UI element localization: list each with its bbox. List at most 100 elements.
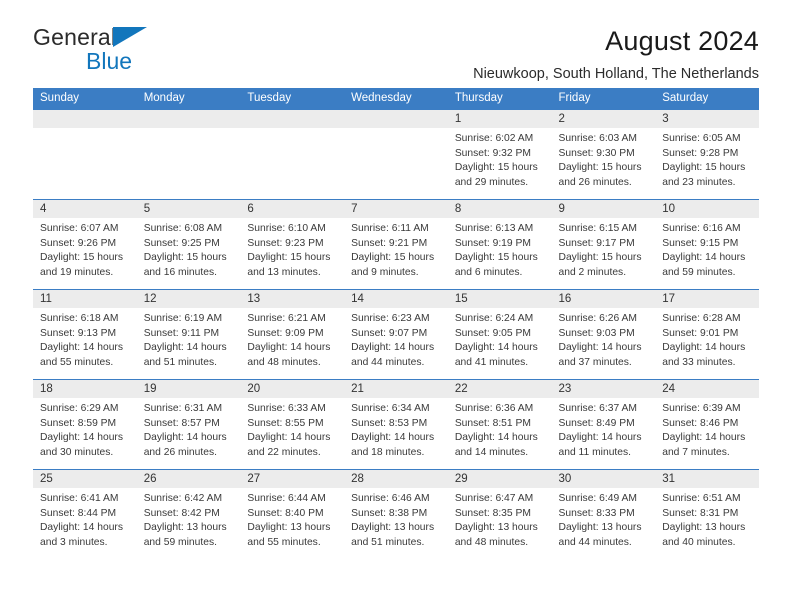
calendar-day-cell[interactable]: 29 Sunrise: 6:47 AM Sunset: 8:35 PM Dayligh…	[447, 469, 552, 560]
calendar-day-cell[interactable]: 18 Sunrise: 6:29 AM Sunset: 8:59 PM Dayligh…	[33, 379, 137, 470]
weekday-header-monday: Monday	[136, 88, 241, 110]
day-info-line: Sunset: 8:49 PM	[558, 417, 635, 429]
day-info-line: and 37 minutes.	[558, 356, 632, 368]
weekday-header-sunday: Sunday	[33, 88, 137, 110]
day-number	[344, 110, 448, 128]
day-info-line: Sunset: 9:17 PM	[558, 237, 635, 249]
day-info-line: and 55 minutes.	[40, 356, 114, 368]
day-number: 1	[447, 110, 552, 128]
calendar-day-cell[interactable]: 14 Sunrise: 6:23 AM Sunset: 9:07 PM Dayligh…	[344, 289, 448, 380]
calendar-day-cell[interactable]: 27 Sunrise: 6:44 AM Sunset: 8:40 PM Dayligh…	[240, 469, 345, 560]
day-info-line: Sunrise: 6:08 AM	[143, 223, 223, 234]
day-sun-info: Sunrise: 6:11 AM Sunset: 9:21 PM Daylight:…	[344, 218, 448, 280]
day-info-line: Daylight: 14 hours	[662, 432, 746, 444]
calendar-day-cell[interactable]: 30 Sunrise: 6:49 AM Sunset: 8:33 PM Dayligh…	[551, 469, 656, 560]
day-info-line: Sunrise: 6:23 AM	[351, 313, 430, 324]
day-info-line: Sunrise: 6:46 AM	[351, 493, 430, 504]
day-info-line: Sunrise: 6:16 AM	[662, 223, 741, 234]
day-number: 28	[344, 470, 448, 488]
day-info-line: Sunrise: 6:37 AM	[558, 403, 637, 414]
day-info-line: and 48 minutes.	[247, 356, 321, 368]
calendar-day-cell[interactable]: 20 Sunrise: 6:33 AM Sunset: 8:55 PM Dayligh…	[240, 379, 345, 470]
calendar-day-cell[interactable]: 25 Sunrise: 6:41 AM Sunset: 8:44 PM Dayligh…	[33, 469, 137, 560]
day-info-line: Daylight: 13 hours	[351, 522, 435, 534]
day-sun-info: Sunrise: 6:02 AM Sunset: 9:32 PM Daylight:…	[448, 128, 552, 190]
calendar-day-cell[interactable]: 23 Sunrise: 6:37 AM Sunset: 8:49 PM Dayligh…	[551, 379, 656, 470]
calendar-day-cell[interactable]: 21 Sunrise: 6:34 AM Sunset: 8:53 PM Dayligh…	[344, 379, 448, 470]
day-info-line: Daylight: 14 hours	[662, 252, 746, 264]
calendar-day-cell[interactable]: 6 Sunrise: 6:10 AM Sunset: 9:23 PM Daylight…	[240, 199, 345, 290]
day-number: 11	[33, 290, 137, 308]
day-info-line: Daylight: 14 hours	[351, 342, 435, 354]
day-info-line: Sunset: 9:23 PM	[247, 237, 324, 249]
day-sun-info: Sunrise: 6:34 AM Sunset: 8:53 PM Daylight:…	[344, 398, 448, 460]
day-info-line: and 7 minutes.	[662, 446, 730, 458]
day-info-line: Sunrise: 6:15 AM	[558, 223, 637, 234]
day-info-line: Daylight: 14 hours	[454, 342, 538, 354]
day-number: 7	[344, 200, 448, 218]
calendar-day-cell[interactable]: 22 Sunrise: 6:36 AM Sunset: 8:51 PM Dayligh…	[447, 379, 552, 470]
calendar-day-cell[interactable]: 11 Sunrise: 6:18 AM Sunset: 9:13 PM Dayligh…	[33, 289, 137, 380]
day-number: 20	[240, 380, 345, 398]
calendar-day-cell[interactable]: 28 Sunrise: 6:46 AM Sunset: 8:38 PM Dayligh…	[344, 469, 448, 560]
day-sun-info: Sunrise: 6:29 AM Sunset: 8:59 PM Daylight:…	[33, 398, 137, 460]
day-info-line: Sunset: 9:11 PM	[143, 327, 220, 339]
calendar-day-cell[interactable]: 15 Sunrise: 6:24 AM Sunset: 9:05 PM Dayligh…	[447, 289, 552, 380]
day-info-line: Daylight: 14 hours	[143, 342, 227, 354]
calendar-day-cell[interactable]: 24 Sunrise: 6:39 AM Sunset: 8:46 PM Dayligh…	[655, 379, 759, 470]
day-info-line: Sunset: 9:19 PM	[454, 237, 531, 249]
day-info-line: Daylight: 15 hours	[454, 162, 538, 174]
calendar-day-cell[interactable]: 16 Sunrise: 6:26 AM Sunset: 9:03 PM Dayligh…	[551, 289, 656, 380]
calendar-day-cell[interactable]: 2 Sunrise: 6:03 AM Sunset: 9:30 PM Daylight…	[551, 109, 656, 200]
calendar-day-cell[interactable]: 8 Sunrise: 6:13 AM Sunset: 9:19 PM Daylight…	[447, 199, 552, 290]
day-info-line: Daylight: 13 hours	[558, 522, 642, 534]
weekday-header-saturday: Saturday	[655, 88, 759, 110]
calendar-day-cell[interactable]: 1 Sunrise: 6:02 AM Sunset: 9:32 PM Daylight…	[447, 109, 552, 200]
weekday-header-row: Sunday Monday Tuesday Wednesday Thursday Frid…	[33, 88, 759, 110]
day-info-line: and 2 minutes.	[558, 266, 627, 278]
day-number: 6	[240, 200, 345, 218]
day-info-line: Sunrise: 6:07 AM	[40, 223, 119, 234]
day-info-line: Daylight: 15 hours	[247, 252, 331, 264]
day-info-line: Daylight: 15 hours	[351, 252, 435, 264]
calendar-day-cell[interactable]: 7 Sunrise: 6:11 AM Sunset: 9:21 PM Daylight…	[344, 199, 448, 290]
calendar-day-cell-empty	[136, 109, 241, 200]
day-info-line: and 40 minutes.	[662, 536, 736, 548]
calendar-day-cell[interactable]: 10 Sunrise: 6:16 AM Sunset: 9:15 PM Dayligh…	[655, 199, 759, 290]
day-sun-info	[33, 128, 137, 132]
calendar-day-cell[interactable]: 3 Sunrise: 6:05 AM Sunset: 9:28 PM Daylight…	[655, 109, 759, 200]
calendar-week-row: 18 Sunrise: 6:29 AM Sunset: 8:59 PM Dayligh…	[33, 379, 759, 470]
day-info-line: Daylight: 14 hours	[143, 432, 227, 444]
day-number: 22	[447, 380, 552, 398]
day-info-line: and 51 minutes.	[351, 536, 425, 548]
calendar-day-cell[interactable]: 26 Sunrise: 6:42 AM Sunset: 8:42 PM Dayligh…	[136, 469, 241, 560]
calendar-day-cell[interactable]: 5 Sunrise: 6:08 AM Sunset: 9:25 PM Daylight…	[136, 199, 241, 290]
day-info-line: Sunset: 8:55 PM	[247, 417, 324, 429]
day-info-line: Daylight: 15 hours	[40, 252, 123, 264]
calendar-day-cell[interactable]: 4 Sunrise: 6:07 AM Sunset: 9:26 PM Daylight…	[33, 199, 137, 290]
day-info-line: and 48 minutes.	[454, 536, 529, 548]
calendar-day-cell[interactable]: 19 Sunrise: 6:31 AM Sunset: 8:57 PM Dayligh…	[136, 379, 241, 470]
weekday-header-thursday: Thursday	[447, 88, 552, 110]
day-sun-info: Sunrise: 6:23 AM Sunset: 9:07 PM Daylight:…	[344, 308, 448, 370]
day-info-line: and 23 minutes.	[662, 176, 736, 188]
calendar-day-cell[interactable]: 9 Sunrise: 6:15 AM Sunset: 9:17 PM Daylight…	[551, 199, 656, 290]
calendar-day-cell[interactable]: 31 Sunrise: 6:51 AM Sunset: 8:31 PM Dayligh…	[655, 469, 759, 560]
calendar-week-row: 1 Sunrise: 6:02 AM Sunset: 9:32 PM Daylight…	[33, 109, 759, 200]
page-title: August 2024	[605, 26, 759, 56]
day-sun-info: Sunrise: 6:36 AM Sunset: 8:51 PM Daylight:…	[448, 398, 552, 460]
day-number: 21	[344, 380, 448, 398]
general-blue-logo[interactable]: General Blue	[33, 26, 193, 82]
day-info-line: Sunrise: 6:42 AM	[143, 493, 223, 504]
day-sun-info: Sunrise: 6:24 AM Sunset: 9:05 PM Daylight:…	[448, 308, 552, 370]
day-info-line: Daylight: 15 hours	[454, 252, 538, 264]
calendar-day-cell[interactable]: 17 Sunrise: 6:28 AM Sunset: 9:01 PM Dayligh…	[655, 289, 759, 380]
logo-text-blue: Blue	[86, 48, 133, 74]
calendar-day-cell[interactable]: 13 Sunrise: 6:21 AM Sunset: 9:09 PM Dayligh…	[240, 289, 345, 380]
calendar-day-cell[interactable]: 12 Sunrise: 6:19 AM Sunset: 9:11 PM Dayligh…	[136, 289, 241, 380]
day-info-line: Daylight: 14 hours	[558, 432, 642, 444]
day-info-line: and 33 minutes.	[662, 356, 736, 368]
day-number	[240, 110, 345, 128]
day-number: 26	[136, 470, 241, 488]
day-info-line: Sunrise: 6:19 AM	[143, 313, 223, 324]
